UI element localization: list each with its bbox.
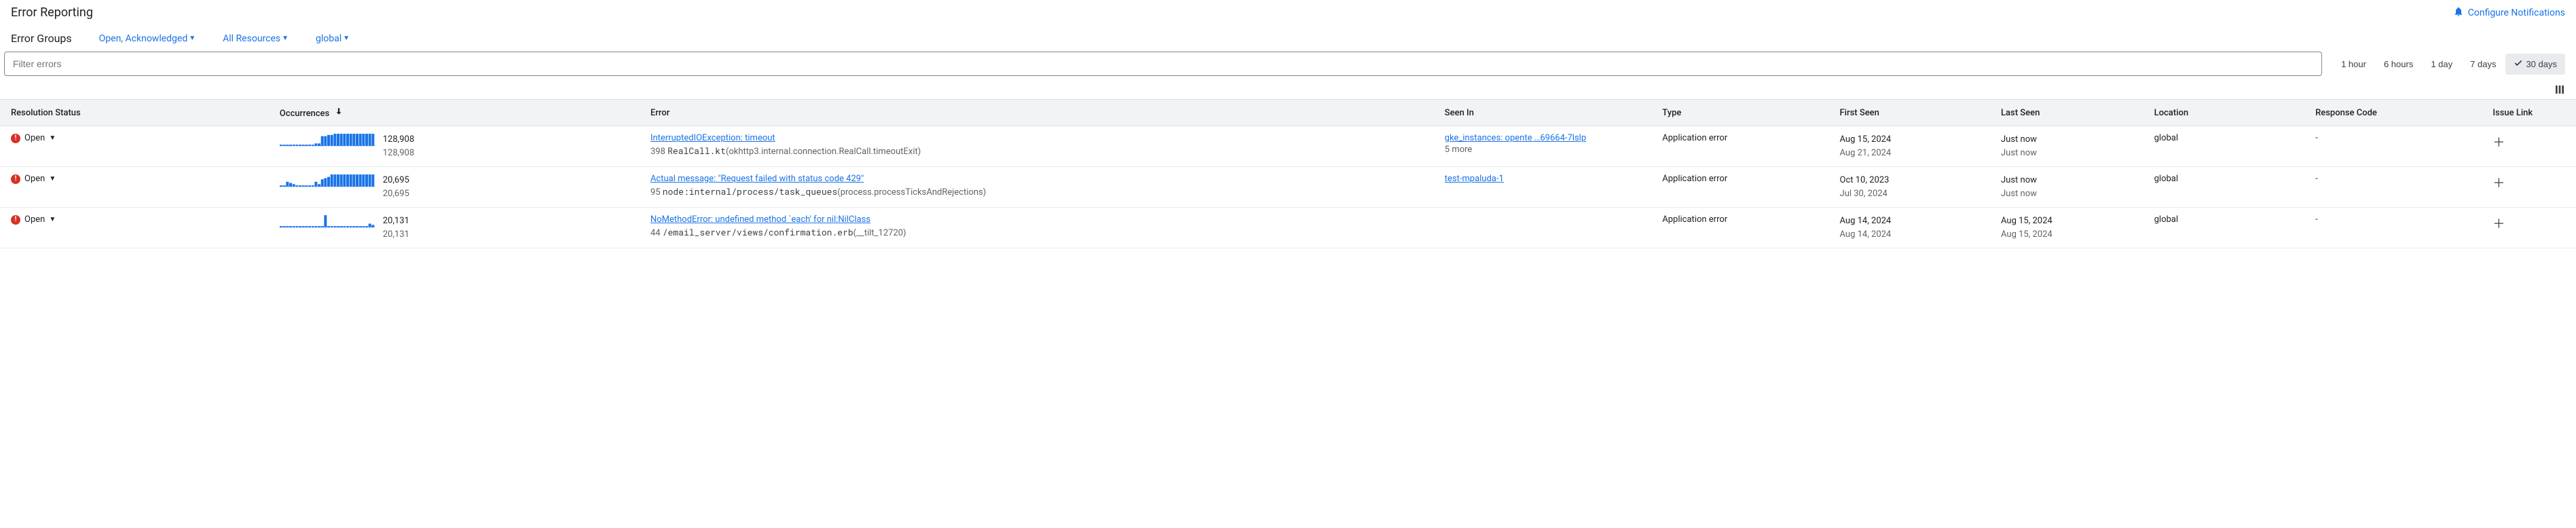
sort-desc-icon <box>334 107 344 116</box>
col-header-occurrences-label: Occurrences <box>280 109 329 119</box>
occurrences-sparkline <box>280 214 375 228</box>
add-issue-link-button[interactable]: ＋ <box>2492 176 2505 191</box>
caret-down-icon: ▼ <box>49 175 56 183</box>
error-location-text: 398 RealCall.kt(okhttp3.internal.connect… <box>650 145 1434 157</box>
error-title-link[interactable]: Actual message: "Request failed with sta… <box>650 174 1434 184</box>
col-header-status[interactable]: Resolution Status <box>0 100 274 126</box>
error-status-icon: ! <box>11 215 20 225</box>
status-label: Open <box>24 133 45 143</box>
error-groups-table: Resolution Status Occurrences Error Seen… <box>0 99 2576 248</box>
table-row: ! Open ▼ 20,69520,695 Actual message: "R… <box>0 167 2576 208</box>
status-label: Open <box>24 214 45 225</box>
error-title-link[interactable]: NoMethodError: undefined method `each' f… <box>650 214 1434 225</box>
caret-down-icon: ▼ <box>49 134 56 142</box>
response-code-value: - <box>2310 167 2487 208</box>
seen-in-more[interactable]: 5 more <box>1445 145 1652 155</box>
col-header-error[interactable]: Error <box>645 100 1439 126</box>
timerange-30days-label: 30 days <box>2526 59 2557 69</box>
table-row: ! Open ▼ 128,908128,908 InterruptedIOExc… <box>0 126 2576 167</box>
status-dropdown[interactable]: ! Open ▼ <box>11 174 269 184</box>
status-dropdown[interactable]: ! Open ▼ <box>11 133 269 143</box>
page-title: Error Reporting <box>11 5 93 20</box>
filter-status-dropdown[interactable]: Open, Acknowledged ▼ <box>99 33 196 44</box>
location-value: global <box>2149 167 2310 208</box>
caret-down-icon: ▼ <box>49 216 56 223</box>
col-header-seen-in[interactable]: Seen In <box>1439 100 1657 126</box>
error-status-icon: ! <box>11 134 20 143</box>
last-seen: Just nowJust now <box>2001 133 2143 159</box>
bell-icon <box>2453 6 2464 20</box>
location-value: global <box>2149 126 2310 167</box>
col-header-type[interactable]: Type <box>1657 100 1834 126</box>
seen-in-link[interactable]: test-mpaluda-1 <box>1445 174 1652 184</box>
configure-notifications-link[interactable]: Configure Notifications <box>2453 6 2565 20</box>
first-seen: Aug 15, 2024Aug 21, 2024 <box>1840 133 1990 159</box>
caret-down-icon: ▼ <box>343 35 350 42</box>
section-title: Error Groups <box>11 32 72 45</box>
timerange-1day[interactable]: 1 day <box>2423 54 2461 75</box>
location-value: global <box>2149 208 2310 248</box>
col-header-location[interactable]: Location <box>2149 100 2310 126</box>
col-header-last-seen[interactable]: Last Seen <box>1995 100 2149 126</box>
filter-errors-input[interactable] <box>4 52 2322 76</box>
response-code-value: - <box>2310 126 2487 167</box>
check-icon <box>2514 58 2523 70</box>
response-code-value: - <box>2310 208 2487 248</box>
col-header-occurrences[interactable]: Occurrences <box>274 100 645 126</box>
error-location-text: 44 /email_server/views/confirmation.erb(… <box>650 226 1434 238</box>
last-seen: Just nowJust now <box>2001 174 2143 200</box>
occurrence-counts: 20,69520,695 <box>383 174 409 200</box>
filter-location-label: global <box>316 33 342 44</box>
error-type: Application error <box>1657 126 1834 167</box>
timerange-30days[interactable]: 30 days <box>2505 54 2565 75</box>
add-issue-link-button[interactable]: ＋ <box>2492 217 2505 231</box>
add-issue-link-button[interactable]: ＋ <box>2492 136 2505 150</box>
occurrences-sparkline <box>280 174 375 187</box>
status-dropdown[interactable]: ! Open ▼ <box>11 214 269 225</box>
error-status-icon: ! <box>11 174 20 184</box>
seen-in-link[interactable]: gke_instances: opente …69664-7lslp <box>1445 133 1652 143</box>
filter-resources-label: All Resources <box>223 33 280 44</box>
occurrences-sparkline <box>280 133 375 147</box>
error-title-link[interactable]: InterruptedIOException: timeout <box>650 133 1434 143</box>
error-type: Application error <box>1657 208 1834 248</box>
first-seen: Aug 14, 2024Aug 14, 2024 <box>1840 214 1990 241</box>
caret-down-icon: ▼ <box>189 35 196 42</box>
filter-location-dropdown[interactable]: global ▼ <box>316 33 350 44</box>
filter-resources-dropdown[interactable]: All Resources ▼ <box>223 33 289 44</box>
timerange-7days[interactable]: 7 days <box>2462 54 2504 75</box>
occurrence-counts: 20,13120,131 <box>383 214 409 241</box>
last-seen: Aug 15, 2024Aug 15, 2024 <box>2001 214 2143 241</box>
timerange-6hours[interactable]: 6 hours <box>2376 54 2421 75</box>
configure-notifications-label: Configure Notifications <box>2468 7 2565 18</box>
column-settings-icon[interactable] <box>2554 88 2565 98</box>
col-header-issue-link[interactable]: Issue Link <box>2487 100 2576 126</box>
col-header-first-seen[interactable]: First Seen <box>1835 100 1995 126</box>
first-seen: Oct 10, 2023Jul 30, 2024 <box>1840 174 1990 200</box>
caret-down-icon: ▼ <box>282 35 289 42</box>
table-row: ! Open ▼ 20,13120,131 NoMethodError: und… <box>0 208 2576 248</box>
timerange-1hour[interactable]: 1 hour <box>2333 54 2374 75</box>
error-location-text: 95 node:internal/process/task_queues(pro… <box>650 185 1434 197</box>
timerange-selector: 1 hour 6 hours 1 day 7 days 30 days <box>2333 54 2565 75</box>
col-header-response-code[interactable]: Response Code <box>2310 100 2487 126</box>
filter-status-label: Open, Acknowledged <box>99 33 188 44</box>
status-label: Open <box>24 174 45 184</box>
occurrence-counts: 128,908128,908 <box>383 133 414 159</box>
error-type: Application error <box>1657 167 1834 208</box>
